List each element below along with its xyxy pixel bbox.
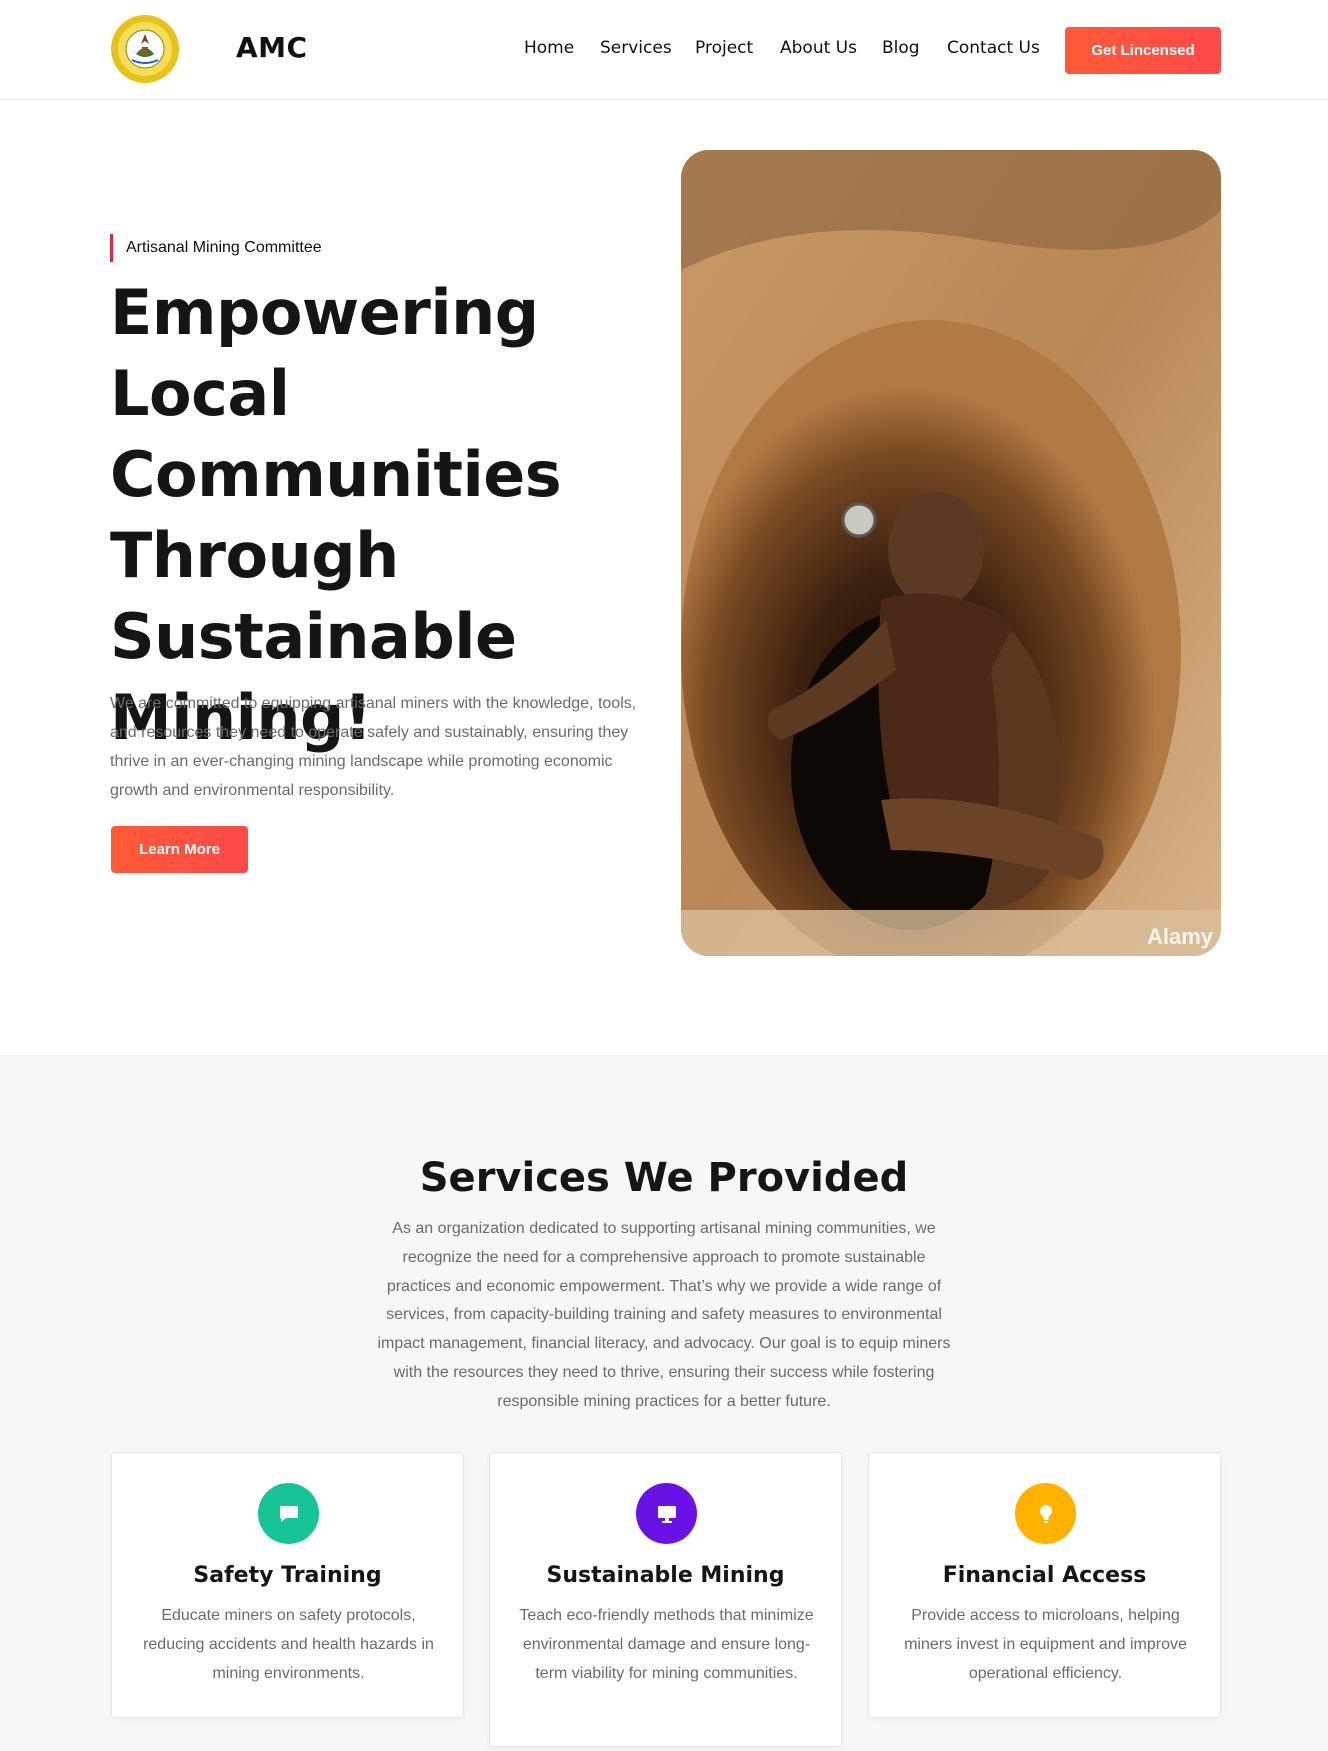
nav-home[interactable]: Home <box>524 38 574 58</box>
service-card-financial-access[interactable]: Financial Access Provide access to micro… <box>868 1452 1221 1718</box>
site-header: AMC Home Services Project About Us Blog … <box>0 0 1328 100</box>
nav-about-us[interactable]: About Us <box>780 38 857 58</box>
card-title: Safety Training <box>193 1563 382 1588</box>
image-watermark: Alamy <box>1146 924 1213 949</box>
card-text: Teach eco-friendly methods that minimize… <box>519 1607 814 1682</box>
learn-more-button[interactable]: Learn More <box>111 826 248 873</box>
hero-title-line: Through <box>110 519 399 592</box>
card-title: Sustainable Mining <box>546 1563 785 1588</box>
hero-description: We are committed to equipping artisanal … <box>110 695 637 799</box>
monitor-icon <box>636 1483 697 1544</box>
nav-project[interactable]: Project <box>695 38 753 58</box>
card-text: Educate miners on safety protocols, redu… <box>143 1607 434 1682</box>
get-licensed-button[interactable]: Get Lincensed <box>1065 27 1221 74</box>
service-card-sustainable-mining[interactable]: Sustainable Mining Teach eco-friendly me… <box>489 1452 842 1747</box>
hero-title: Empowering Local Communities Through Sus… <box>110 272 670 758</box>
services-title: Services We Provided <box>419 1155 909 1201</box>
nav-services[interactable]: Services <box>600 38 672 58</box>
hero-title-line: Empowering Local <box>110 276 539 430</box>
hero-title-line: Communities <box>110 438 562 511</box>
hero-title-line: Sustainable <box>110 600 517 673</box>
chat-bubble-icon <box>258 1483 319 1544</box>
nav-blog[interactable]: Blog <box>882 38 920 58</box>
lightbulb-icon <box>1015 1483 1076 1544</box>
hero-tagline: Artisanal Mining Committee <box>110 234 322 262</box>
hero-miner-photo: Alamy <box>681 150 1221 956</box>
nav-contact-us[interactable]: Contact Us <box>947 38 1040 58</box>
card-title: Financial Access <box>942 1563 1147 1588</box>
card-text: Provide access to microloans, helping mi… <box>904 1607 1187 1682</box>
services-description: As an organization dedicated to supporti… <box>377 1220 951 1410</box>
service-card-safety-training[interactable]: Safety Training Educate miners on safety… <box>111 1452 464 1718</box>
